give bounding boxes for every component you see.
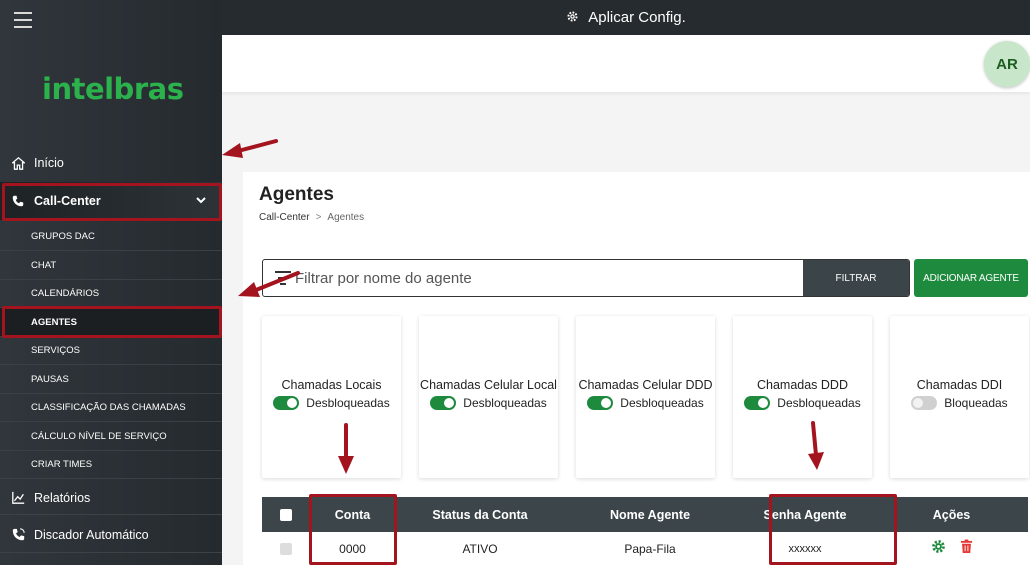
- permission-status: Bloqueadas: [944, 396, 1008, 410]
- phone-call-icon: [11, 528, 25, 542]
- edit-gear-icon[interactable]: [931, 539, 946, 558]
- row-checkbox[interactable]: [280, 542, 292, 555]
- permission-toggle[interactable]: [273, 396, 300, 410]
- add-agent-button[interactable]: ADICIONAR AGENTE: [914, 259, 1028, 297]
- permission-title: Chamadas Celular DDD: [578, 378, 713, 392]
- cell-status: ATIVO: [462, 541, 498, 556]
- menu-icon[interactable]: [14, 12, 32, 28]
- breadcrumb-separator: >: [315, 212, 322, 223]
- permission-title: Chamadas Locais: [281, 378, 382, 392]
- search-input[interactable]: [293, 260, 803, 296]
- filter-icon: [263, 260, 293, 296]
- column-header[interactable]: Status da Conta: [395, 508, 565, 522]
- permission-status: Desbloqueadas: [777, 396, 861, 410]
- permission-card: Chamadas Celular Local Desbloqueadas: [419, 316, 558, 478]
- permission-toggle[interactable]: [911, 396, 938, 410]
- brand-logo: intelbras: [42, 72, 184, 106]
- sidebar-item-relatorios[interactable]: Relatórios: [0, 481, 222, 515]
- avatar[interactable]: AR: [984, 41, 1030, 87]
- permission-status: Desbloqueadas: [463, 396, 547, 410]
- sidebar-item-label: Discador Automático: [34, 527, 149, 542]
- sidebar-item-inicio[interactable]: Início: [0, 151, 222, 175]
- annotation-box: [2, 183, 222, 221]
- annotation-box: [2, 306, 222, 338]
- breadcrumb-current: Agentes: [327, 212, 365, 223]
- breadcrumb: Call-Center > Agentes: [259, 212, 364, 223]
- permission-title: Chamadas Celular Local: [420, 378, 557, 392]
- gear-icon: [566, 10, 579, 26]
- sidebar-item-label: Início: [34, 156, 64, 170]
- apply-config-label: Aplicar Config.: [588, 9, 686, 26]
- permission-card: Chamadas DDD Desbloqueadas: [733, 316, 872, 478]
- permission-status: Desbloqueadas: [620, 396, 704, 410]
- chart-icon: [11, 491, 25, 505]
- permission-title: Chamadas DDD: [756, 378, 848, 392]
- annotation-box: [769, 494, 897, 565]
- sidebar-subitem-chat[interactable]: CHAT: [0, 251, 222, 280]
- column-header[interactable]: Nome Agente: [565, 508, 735, 522]
- permission-toggle[interactable]: [430, 396, 457, 410]
- permission-status: Desbloqueadas: [306, 396, 390, 410]
- column-header: Ações: [932, 507, 971, 522]
- apply-config-bar[interactable]: Aplicar Config.: [222, 0, 1030, 35]
- header: AR: [222, 35, 1030, 92]
- sidebar: intelbras Início Call-Center GRUPOS DAC …: [0, 0, 222, 565]
- delete-trash-icon[interactable]: [960, 539, 973, 558]
- sidebar-subitem-criar-times[interactable]: CRIAR TIMES: [0, 451, 222, 479]
- permission-card: Chamadas DDI Bloqueadas: [890, 316, 1029, 478]
- sidebar-subitem-calendarios[interactable]: CALENDÁRIOS: [0, 280, 222, 308]
- sidebar-subitem-servicos[interactable]: SERVIÇOS: [0, 337, 222, 365]
- sidebar-subitem-pausas[interactable]: PAUSAS: [0, 365, 222, 394]
- permission-title: Chamadas DDI: [916, 378, 1003, 392]
- permission-toggle[interactable]: [587, 396, 614, 410]
- breadcrumb-parent[interactable]: Call-Center: [259, 212, 310, 223]
- cell-nome: Papa-Fila: [624, 541, 676, 556]
- home-icon: [11, 156, 25, 170]
- select-all-checkbox[interactable]: [280, 508, 292, 521]
- permission-card: Chamadas Locais Desbloqueadas: [262, 316, 401, 478]
- permission-toggle[interactable]: [744, 396, 771, 410]
- sidebar-item-discador[interactable]: Discador Automático: [0, 517, 222, 553]
- sidebar-subitem-grupos-dac[interactable]: GRUPOS DAC: [0, 222, 222, 251]
- filter-button[interactable]: FILTRAR: [803, 260, 909, 296]
- sidebar-subitem-calculo-nivel[interactable]: CÁLCULO NÍVEL DE SERVIÇO: [0, 422, 222, 451]
- sidebar-subitem-classificacao[interactable]: CLASSIFICAÇÃO DAS CHAMADAS: [0, 394, 222, 422]
- page-title: Agentes: [259, 184, 334, 205]
- sidebar-item-label: Relatórios: [34, 490, 91, 505]
- search-bar: FILTRAR: [262, 259, 910, 297]
- permission-card: Chamadas Celular DDD Desbloqueadas: [576, 316, 715, 478]
- annotation-box: [309, 494, 397, 565]
